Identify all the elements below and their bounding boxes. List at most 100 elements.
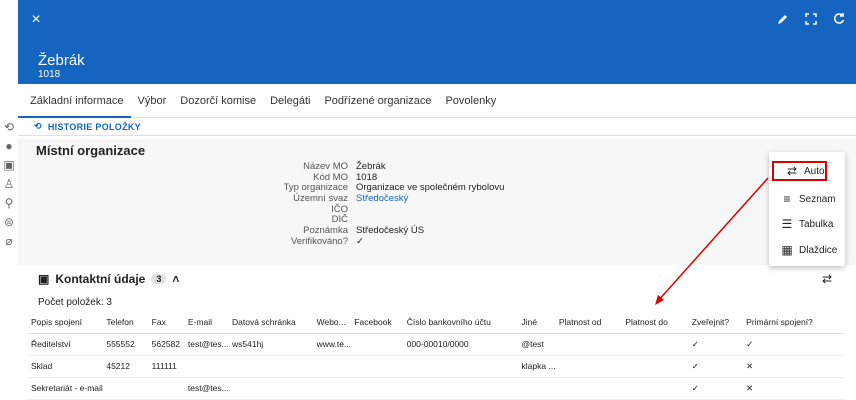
table-cell [103, 377, 149, 400]
tab-dozorci[interactable]: Dozorčí komise [173, 84, 263, 118]
column-header[interactable]: Facebook [351, 311, 404, 334]
table-cell: 45212 [103, 355, 149, 378]
table-cell: Sklad [28, 355, 104, 378]
table-cell [184, 355, 229, 378]
table-cell [622, 333, 689, 356]
detail-link[interactable]: Středočeský [356, 193, 408, 205]
record-header: × Žebrák 1018 [18, 0, 856, 84]
detail-row: Název MO Žebrák [0, 161, 504, 173]
table-cell: Sekretariát - e-mail [28, 377, 104, 400]
swap-icon: ⇄ [786, 164, 798, 178]
column-header[interactable]: Popis spojení [28, 311, 104, 334]
table-cell [622, 355, 689, 378]
detail-row: Typ organizace Organizace ve společném ry… [0, 183, 505, 194]
column-header[interactable]: Webo... [313, 311, 352, 334]
menu-item-tabulka[interactable]: ☰ Tabulka [769, 211, 845, 237]
table-icon: ☰ [781, 217, 793, 231]
arrow-head [655, 295, 664, 305]
detail-value: Středočeský ÚS [356, 225, 425, 237]
table-cell: ✕ [743, 355, 844, 378]
page-subtitle: 1018 [38, 69, 61, 80]
menu-item-seznam[interactable]: ≡ Seznam [769, 186, 845, 212]
table-row[interactable]: Ředitelství 555552 562582 test@tes... ws541h… [28, 333, 844, 356]
column-header[interactable]: Číslo bankovního účtu [403, 311, 519, 334]
view-mode-menu: ⇄ Auto ≡ Seznam ☰ Tabulka ▦ Dlaždice [769, 152, 845, 266]
table-cell: klapka ... [518, 355, 556, 378]
table-cell [228, 355, 314, 378]
history-bar [18, 118, 856, 136]
table-cell [351, 333, 404, 356]
table-body: Ředitelství 555552 562582 test@tes... ws541h… [28, 333, 844, 400]
column-header[interactable]: Jiné [518, 311, 556, 334]
close-icon[interactable]: × [26, 10, 46, 30]
table-header-row: Popis spojení Telefon Fax E-mail Datová schr… [28, 311, 844, 334]
table-cell [555, 333, 623, 356]
tab-vybor[interactable]: Výbor [131, 84, 174, 118]
section-title: Místní organizace [36, 143, 146, 158]
column-header[interactable]: Telefon [103, 311, 149, 334]
history-link[interactable]: ⟲ HISTORIE POLOŽKY [34, 121, 141, 132]
column-header[interactable]: Zveřejnit? [688, 311, 744, 334]
detail-label: IČO [331, 203, 348, 215]
table-cell: test@tes... [184, 333, 229, 356]
table-cell: ws541hj [228, 333, 314, 356]
table-cell [555, 355, 623, 378]
table-cell: 555552 [103, 333, 149, 356]
contacts-actions: ⇄ [822, 272, 832, 286]
page-title: Žebrák [38, 52, 85, 69]
detail-row: Územní svaz Středočeský [0, 193, 504, 205]
table-cell: ✓ [743, 333, 844, 356]
table-cell: 000-00010/0000 [403, 333, 519, 356]
table-cell [622, 377, 689, 400]
info-icon[interactable]: ● [0, 137, 18, 156]
table-cell [351, 377, 404, 400]
detail-label: Verifikováno? [290, 235, 348, 247]
table-cell [228, 377, 314, 400]
history-small-icon: ⟲ [34, 121, 42, 131]
swap-icon[interactable]: ⇄ [822, 272, 832, 286]
table-row[interactable]: Sklad 45212 111111 klapka ... ✓ ✕ [28, 355, 844, 378]
count-badge: 3 [151, 274, 167, 284]
detail-label: Název MO [303, 161, 348, 172]
fullscreen-icon[interactable] [802, 10, 820, 28]
detail-row: Verifikováno? ✓ [0, 235, 504, 248]
history-icon[interactable]: ⟲ [0, 118, 18, 137]
column-header[interactable]: Platnost od [555, 311, 623, 334]
grid-icon: ▦ [781, 243, 793, 257]
tab-podrizene[interactable]: Podřízené organizace [317, 84, 438, 118]
menu-label: Seznam [799, 193, 836, 205]
contact-card-icon: ▣ [38, 272, 50, 286]
column-header[interactable]: Primární spojení? [743, 311, 844, 334]
detail-row: DIČ [0, 215, 504, 226]
menu-item-dlazdice[interactable]: ▦ Dlaždice [769, 237, 845, 263]
table-cell: ✓ [688, 377, 744, 400]
detail-value: ✓ [356, 235, 364, 247]
column-header[interactable]: E-mail [184, 311, 229, 334]
detail-row: Poznámka Středočeský ÚS [0, 225, 504, 237]
table-cell [148, 377, 185, 400]
item-count: Počet položek: 3 [38, 297, 112, 308]
table-row[interactable]: Sekretariát - e-mail test@tes... ✓ ✕ [28, 377, 844, 400]
column-header[interactable]: Datová schránka [228, 311, 314, 334]
table-cell: @test [518, 333, 556, 356]
detail-list: Název MO Žebrák Kód MO 1018 Typ organizace… [0, 161, 505, 248]
menu-label: Tabulka [799, 218, 834, 230]
table-cell: ✓ [688, 333, 744, 356]
list-icon: ≡ [783, 192, 791, 206]
table-cell: ✓ [688, 355, 744, 378]
column-header[interactable]: Platnost do [622, 311, 689, 334]
detail-row: IČO [0, 203, 504, 216]
table-cell [403, 355, 519, 378]
refresh-icon[interactable] [830, 10, 848, 28]
menu-item-auto[interactable]: ⇄ Auto [772, 161, 827, 181]
tab-povolenky[interactable]: Povolenky [438, 84, 503, 118]
column-header[interactable]: Fax [148, 311, 185, 334]
edit-icon[interactable] [774, 10, 792, 28]
menu-label: Auto [804, 165, 825, 177]
table-cell: 111111 [148, 355, 185, 378]
table-cell: test@tes... [184, 377, 229, 400]
tab-zakladni[interactable]: Základní informace [18, 84, 131, 118]
tab-delegati[interactable]: Delegáti [263, 84, 317, 118]
chevron-up-icon[interactable]: ˄ [172, 272, 179, 286]
table-cell [403, 377, 519, 400]
